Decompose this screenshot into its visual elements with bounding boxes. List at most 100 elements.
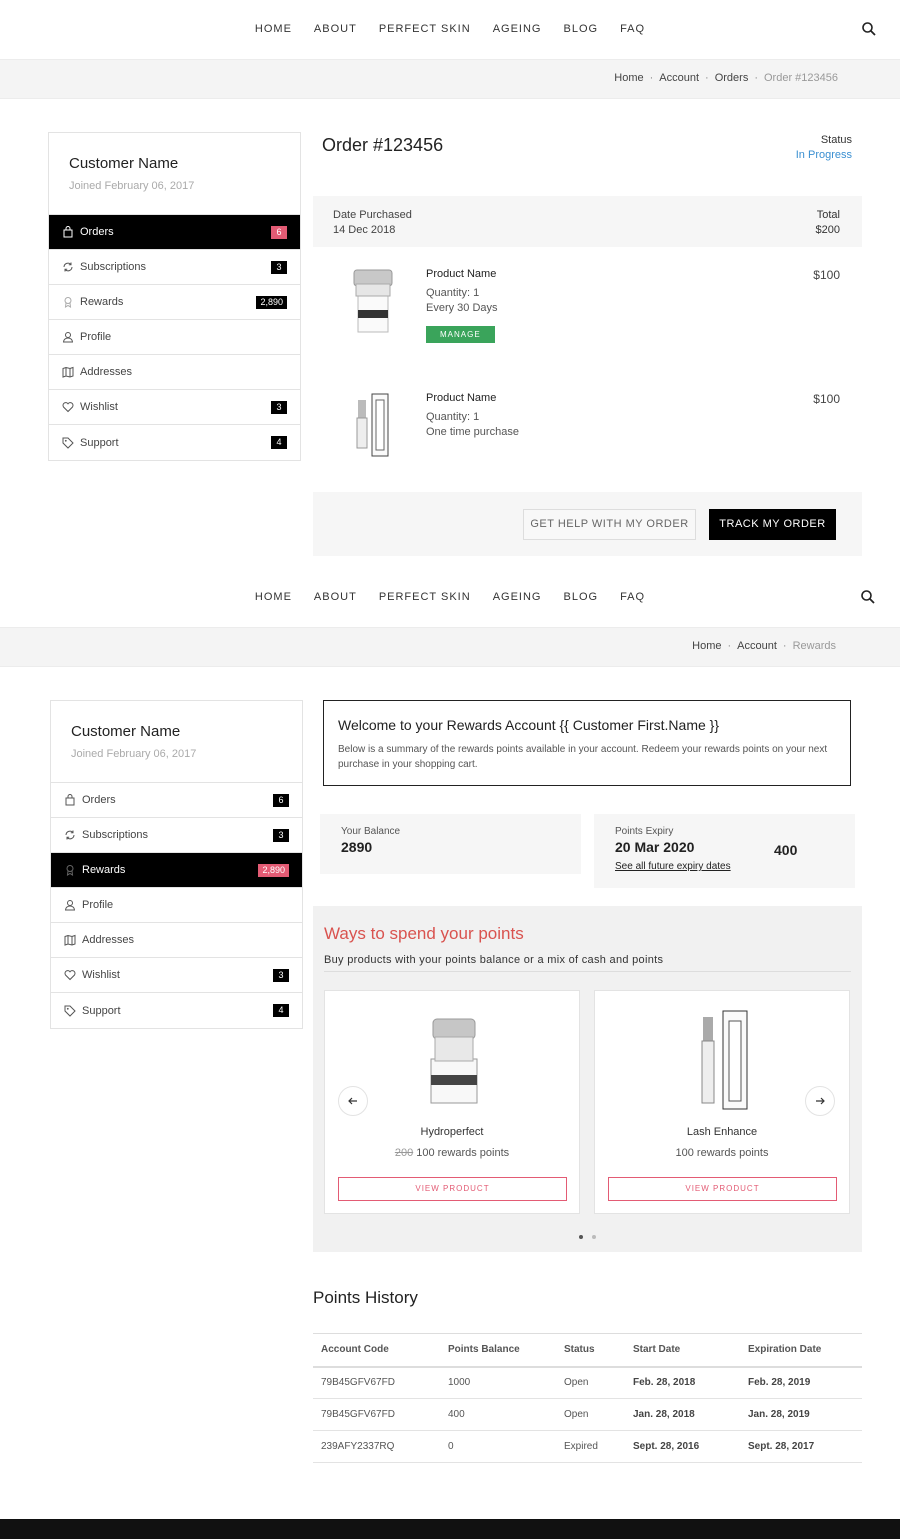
sidebar-item-rewards[interactable]: Rewards 2,890 (51, 853, 302, 888)
breadcrumb-home[interactable]: Home (692, 640, 721, 652)
breadcrumb-orders[interactable]: Orders (715, 72, 749, 84)
points-balance: 0 (440, 1430, 556, 1463)
divider (324, 971, 851, 972)
reward-product-points: 100 rewards points (595, 1147, 849, 1159)
footer-bar (0, 1519, 900, 1539)
sidebar-item-label: Subscriptions (82, 829, 149, 841)
map-icon (64, 934, 76, 946)
search-icon[interactable] (860, 589, 876, 605)
heart-icon (64, 970, 76, 981)
sidebar-item-label: Wishlist (82, 969, 120, 981)
start-date: Sept. 28, 2016 (625, 1430, 740, 1463)
breadcrumb-account[interactable]: Account (659, 72, 699, 84)
rewards-count-badge: 2,890 (258, 864, 289, 877)
sidebar-item-subscriptions[interactable]: Subscriptions 3 (51, 818, 302, 853)
carousel-next-button[interactable] (805, 1086, 835, 1116)
nav-blog[interactable]: BLOG (563, 23, 598, 35)
balance-label: Your Balance (341, 826, 401, 837)
sidebar-item-orders[interactable]: Orders 6 (51, 783, 302, 818)
orders-count-badge: 6 (271, 226, 287, 239)
sidebar-item-wishlist[interactable]: Wishlist 3 (49, 390, 300, 425)
product-jar-image (344, 266, 404, 336)
sidebar-item-support[interactable]: Support 4 (49, 425, 300, 460)
welcome-title: Welcome to your Rewards Account {{ Custo… (338, 717, 720, 733)
start-date: Feb. 28, 2018 (625, 1366, 740, 1399)
user-icon (64, 900, 76, 911)
points-price: 100 rewards points (675, 1147, 769, 1159)
customer-name: Customer Name (71, 723, 181, 740)
account-sidebar-rewards: Customer Name Joined February 06, 2017 O… (50, 700, 303, 1029)
view-product-button[interactable]: VIEW PRODUCT (608, 1177, 837, 1201)
sidebar-item-subscriptions[interactable]: Subscriptions 3 (49, 250, 300, 285)
track-order-button[interactable]: TRACK MY ORDER (709, 509, 836, 540)
nav-about[interactable]: ABOUT (314, 591, 357, 603)
breadcrumb-bar: Home · Account · Orders · Order #123456 (0, 59, 900, 99)
breadcrumb-account[interactable]: Account (737, 640, 777, 652)
sidebar-item-addresses[interactable]: Addresses (51, 923, 302, 958)
get-help-button[interactable]: GET HELP WITH MY ORDER (523, 509, 696, 540)
breadcrumb-current: Rewards (792, 640, 836, 652)
sidebar-item-label: Addresses (82, 934, 134, 946)
award-icon (64, 297, 72, 308)
view-product-button[interactable]: VIEW PRODUCT (338, 1177, 567, 1201)
table-row: 239AFY2337RQ 0 Expired Sept. 28, 2016 Se… (313, 1430, 862, 1463)
sidebar-item-profile[interactable]: Profile (49, 320, 300, 355)
nav-perfect-skin[interactable]: PERFECT SKIN (379, 23, 471, 35)
nav-ageing[interactable]: AGEING (493, 591, 542, 603)
points-history-title: Points History (313, 1288, 418, 1307)
nav-faq[interactable]: FAQ (620, 591, 645, 603)
nav-about[interactable]: ABOUT (314, 23, 357, 35)
manage-button[interactable]: MANAGE (426, 326, 495, 343)
col-status: Status (556, 1333, 625, 1368)
breadcrumb-home[interactable]: Home (614, 72, 643, 84)
account-code: 239AFY2337RQ (313, 1430, 440, 1463)
product-frequency: Every 30 Days (426, 302, 498, 314)
joined-date: Joined February 06, 2017 (69, 180, 195, 192)
sidebar-header: Customer Name Joined February 06, 2017 (49, 133, 300, 215)
sidebar-item-profile[interactable]: Profile (51, 888, 302, 923)
nav-home[interactable]: HOME (255, 23, 292, 35)
col-start-date: Start Date (625, 1333, 740, 1368)
joined-date: Joined February 06, 2017 (71, 748, 197, 760)
status-label: Status (820, 134, 852, 146)
nav-blog[interactable]: BLOG (563, 591, 598, 603)
spend-subtitle: Buy products with your points balance or… (324, 954, 664, 966)
bag-icon (63, 226, 73, 238)
sidebar-item-rewards[interactable]: Rewards 2,890 (49, 285, 300, 320)
nav-home[interactable]: HOME (255, 591, 292, 603)
product-name: Product Name (426, 392, 497, 404)
nav-ageing[interactable]: AGEING (493, 23, 542, 35)
arrow-left-icon (348, 1097, 357, 1105)
nav-faq[interactable]: FAQ (620, 23, 645, 35)
product-name: Product Name (426, 268, 497, 280)
sidebar-item-wishlist[interactable]: Wishlist 3 (51, 958, 302, 993)
expiration-date: Feb. 28, 2019 (740, 1366, 862, 1399)
carousel-dot[interactable] (592, 1235, 596, 1239)
carousel-prev-button[interactable] (338, 1086, 368, 1116)
nav-perfect-skin[interactable]: PERFECT SKIN (379, 591, 471, 603)
spend-title: Ways to spend your points (324, 924, 524, 943)
expiration-date: Jan. 28, 2019 (740, 1398, 862, 1431)
expiration-date: Sept. 28, 2017 (740, 1430, 862, 1463)
rewards-welcome-box: Welcome to your Rewards Account {{ Custo… (323, 700, 851, 786)
sidebar-item-label: Profile (82, 899, 114, 911)
col-account-code: Account Code (313, 1333, 440, 1368)
future-expiry-link[interactable]: See all future expiry dates (615, 861, 834, 872)
map-icon (62, 366, 74, 378)
sidebar-item-label: Addresses (80, 366, 132, 378)
subscriptions-count-badge: 3 (271, 261, 287, 274)
order-item-1: Product Name Quantity: 1 Every 30 Days M… (426, 268, 498, 343)
sidebar-item-support[interactable]: Support 4 (51, 993, 302, 1028)
sidebar-header: Customer Name Joined February 06, 2017 (51, 701, 302, 783)
carousel-dot-active[interactable] (579, 1235, 583, 1239)
reward-product-name: Hydroperfect (420, 1126, 484, 1138)
support-count-badge: 4 (273, 1004, 289, 1017)
expiry-points: 400 (774, 842, 798, 858)
table-header-row: Account Code Points Balance Status Start… (313, 1333, 862, 1368)
tag-icon (62, 437, 74, 449)
order-summary-bar: Date Purchased 14 Dec 2018 Total $200 (313, 196, 862, 247)
sidebar-item-orders[interactable]: Orders 6 (49, 215, 300, 250)
wishlist-count-badge: 3 (271, 401, 287, 414)
sidebar-item-addresses[interactable]: Addresses (49, 355, 300, 390)
search-icon[interactable] (861, 21, 877, 37)
